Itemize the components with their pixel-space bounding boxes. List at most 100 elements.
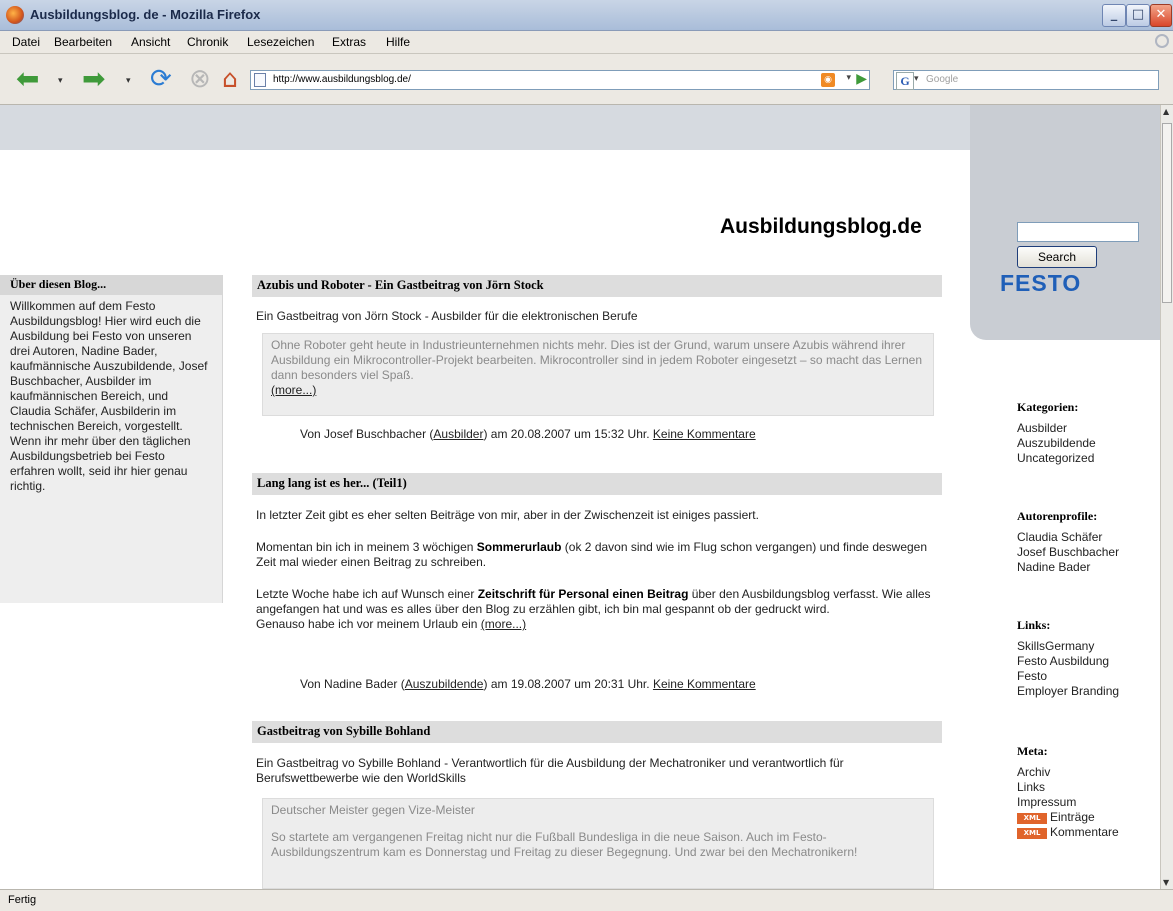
post-title[interactable]: Lang lang ist es her... (Teil1) — [252, 473, 942, 495]
stop-icon[interactable]: ⊗ — [189, 64, 211, 94]
reload-icon[interactable]: ⟳ — [150, 64, 172, 94]
category-link[interactable]: Uncategorized — [1017, 451, 1096, 466]
comments-link[interactable]: Keine Kommentare — [653, 427, 756, 441]
address-url[interactable]: http://www.ausbildungsblog.de/ — [273, 74, 411, 85]
feed-label: Einträge — [1050, 810, 1095, 824]
xml-feed-icon: XML — [1017, 813, 1047, 824]
links-widget: Links: SkillsGermany Festo Ausbildung Fe… — [1017, 618, 1119, 699]
post-paragraph: Letzte Woche habe ich auf Wunsch einer Z… — [256, 587, 936, 632]
text-span: Letzte Woche habe ich auf Wunsch einer — [256, 587, 478, 601]
external-link[interactable]: Employer Branding — [1017, 684, 1119, 699]
window-title: Ausbildungsblog. de - Mozilla Firefox — [30, 7, 261, 22]
post-title[interactable]: Azubis und Roboter - Ein Gastbeitrag von… — [252, 275, 942, 297]
author-link[interactable]: Nadine Bader — [1017, 560, 1119, 575]
post-author: Von Nadine Bader ( — [300, 677, 405, 691]
authors-widget: Autorenprofile: Claudia Schäfer Josef Bu… — [1017, 509, 1119, 575]
more-link[interactable]: (more...) — [481, 617, 526, 631]
about-heading: Über diesen Blog... — [0, 275, 222, 295]
post-date: ) am 20.08.2007 um 15:32 Uhr. — [483, 427, 650, 441]
author-link[interactable]: Claudia Schäfer — [1017, 530, 1119, 545]
scroll-down-icon[interactable]: ▼ — [1163, 878, 1169, 887]
scroll-up-icon[interactable]: ▲ — [1163, 107, 1169, 116]
meta-heading: Meta: — [1017, 744, 1048, 758]
emphasis-text: Sommerurlaub — [476, 540, 562, 554]
post-date: ) am 19.08.2007 um 20:31 Uhr. — [483, 677, 650, 691]
search-placeholder: Google — [926, 74, 959, 85]
status-bar: Fertig — [0, 889, 1173, 911]
search-box[interactable]: G ▾ Google ⌕ — [893, 70, 1159, 90]
window-titlebar: Ausbildungsblog. de - Mozilla Firefox _ … — [0, 0, 1173, 31]
throbber-icon — [1155, 34, 1169, 48]
text-span: Momentan bin ich in meinem 3 wöchigen — [256, 540, 477, 554]
go-icon[interactable]: ▶ — [856, 71, 867, 87]
post-quote: Deutscher Meister gegen Vize-Meister So … — [262, 798, 934, 889]
links-heading: Links: — [1017, 618, 1051, 632]
feed-label: Kommentare — [1050, 825, 1119, 839]
page-icon — [254, 73, 266, 87]
close-button[interactable]: ✕ — [1150, 4, 1172, 27]
post-meta: Von Nadine Bader (Auszubildende) am 19.0… — [300, 677, 756, 691]
categories-heading: Kategorien: — [1017, 400, 1079, 414]
category-link[interactable]: Ausbilder — [433, 427, 483, 441]
category-link[interactable]: Auszubildende — [1017, 436, 1096, 451]
address-bar[interactable]: http://www.ausbildungsblog.de/ ◉ ▾ ▶ — [250, 70, 870, 90]
external-link[interactable]: Festo Ausbildung — [1017, 654, 1119, 669]
post-intro: Ein Gastbeitrag von Jörn Stock - Ausbild… — [256, 309, 638, 323]
category-link[interactable]: Auszubildende — [405, 677, 484, 691]
comments-feed-link[interactable]: XML Kommentare — [1017, 825, 1119, 840]
menu-bearbeiten[interactable]: Bearbeiten — [54, 35, 112, 49]
meta-widget: Meta: Archiv Links Impressum XML Einträge… — [1017, 744, 1119, 840]
post-paragraph: Momentan bin ich in meinem 3 wöchigen So… — [256, 540, 936, 570]
post-meta: Von Josef Buschbacher (Ausbilder) am 20.… — [300, 427, 756, 441]
back-dropdown-icon[interactable]: ▾ — [58, 76, 63, 86]
quote-title: Deutscher Meister gegen Vize-Meister — [271, 803, 475, 817]
search-engine-dropdown-icon[interactable]: ▾ — [914, 74, 919, 84]
entries-feed-link[interactable]: XML Einträge — [1017, 810, 1119, 825]
blog-search-input[interactable] — [1017, 222, 1139, 242]
comments-link[interactable]: Keine Kommentare — [653, 677, 756, 691]
author-link[interactable]: Josef Buschbacher — [1017, 545, 1119, 560]
archive-link[interactable]: Archiv — [1017, 765, 1119, 780]
categories-widget: Kategorien: Ausbilder Auszubildende Unca… — [1017, 400, 1096, 466]
forward-arrow-icon[interactable]: ➡ — [82, 64, 105, 94]
more-link[interactable]: (more...) — [271, 383, 316, 397]
menu-extras[interactable]: Extras — [332, 35, 366, 49]
back-arrow-icon[interactable]: ⬅ — [16, 64, 39, 94]
post-intro: Ein Gastbeitrag vo Sybille Bohland - Ver… — [256, 756, 844, 785]
links-link[interactable]: Links — [1017, 780, 1119, 795]
category-link[interactable]: Ausbilder — [1017, 421, 1096, 436]
search-button[interactable]: Search — [1017, 246, 1097, 268]
status-text: Fertig — [8, 894, 37, 906]
maximize-button[interactable]: □ — [1126, 4, 1150, 27]
menu-hilfe[interactable]: Hilfe — [386, 35, 410, 49]
navigation-toolbar: ⬅ ▾ ➡ ▾ ⟳ ⊗ ⌂ http://www.ausbildungsblog… — [0, 54, 1173, 105]
minimize-button[interactable]: _ — [1102, 4, 1126, 27]
authors-heading: Autorenprofile: — [1017, 509, 1098, 523]
address-dropdown-icon[interactable]: ▾ — [846, 73, 851, 83]
vertical-scrollbar[interactable]: ▲ ▼ — [1160, 105, 1173, 889]
text-span: Genauso habe ich vor meinem Urlaub ein — [256, 617, 481, 631]
emphasis-text: Zeitschrift für Personal einen Beitrag — [477, 587, 689, 601]
google-icon[interactable]: G — [896, 72, 914, 90]
menu-lesezeichen[interactable]: Lesezeichen — [247, 35, 314, 49]
external-link[interactable]: Festo — [1017, 669, 1119, 684]
menu-chronik[interactable]: Chronik — [187, 35, 228, 49]
external-link[interactable]: SkillsGermany — [1017, 639, 1119, 654]
forward-dropdown-icon[interactable]: ▾ — [126, 76, 131, 86]
post-quote: Ohne Roboter geht heute in Industrieunte… — [262, 333, 934, 416]
festo-logo[interactable]: FESTO — [1000, 270, 1081, 297]
post-title[interactable]: Gastbeitrag von Sybille Bohland — [252, 721, 942, 743]
post-paragraph: In letzter Zeit gibt es eher selten Beit… — [256, 508, 759, 522]
post-author: Von Josef Buschbacher ( — [300, 427, 434, 441]
menu-datei[interactable]: Datei — [12, 35, 40, 49]
header-card — [0, 150, 970, 260]
blog-title[interactable]: Ausbildungsblog.de — [720, 215, 922, 239]
quote-text: So startete am vergangenen Freitag nicht… — [271, 830, 858, 859]
home-icon[interactable]: ⌂ — [222, 64, 238, 94]
rss-feed-icon[interactable]: ◉ — [821, 73, 835, 87]
scroll-thumb[interactable] — [1162, 123, 1172, 303]
about-text: Willkommen auf dem Festo Ausbildungsblog… — [10, 299, 208, 493]
menu-ansicht[interactable]: Ansicht — [131, 35, 170, 49]
impressum-link[interactable]: Impressum — [1017, 795, 1119, 810]
firefox-icon — [6, 6, 24, 24]
